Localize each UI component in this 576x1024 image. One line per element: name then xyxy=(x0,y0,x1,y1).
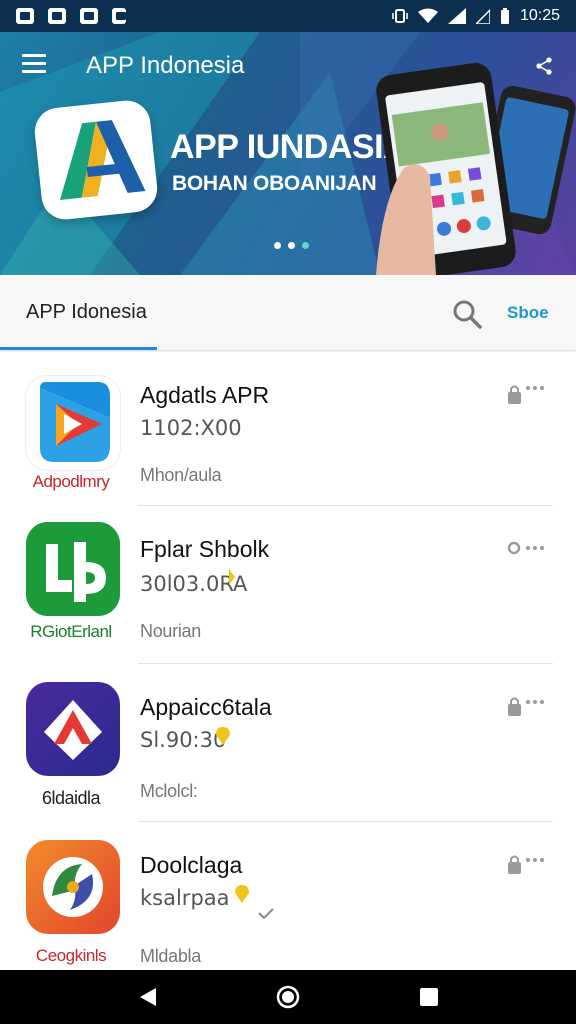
app-icon xyxy=(26,840,120,934)
a-logo-icon xyxy=(26,682,120,776)
app-icon xyxy=(26,682,120,776)
app-subtitle: Mldabla xyxy=(140,946,201,966)
banner-logo xyxy=(32,98,160,222)
tag-icon xyxy=(229,569,235,585)
app-name: Fplar Shbolk xyxy=(140,536,270,562)
app-caption: 6ldaidla xyxy=(41,788,101,808)
signal-icon xyxy=(447,8,466,24)
lock-more-icon[interactable] xyxy=(506,694,550,718)
app-logo-icon xyxy=(59,120,146,200)
app-price: 1102:X00 xyxy=(140,416,242,440)
notification-icon xyxy=(80,8,98,24)
list-item[interactable]: Ceogkinls Doolclaga ksalrpaa Mldabla xyxy=(0,824,576,970)
menu-icon[interactable] xyxy=(22,54,46,74)
phones-illustration xyxy=(376,63,576,275)
banner-headline: APP IUNDASIA xyxy=(170,128,408,166)
pin-icon xyxy=(235,885,249,903)
notification-icon xyxy=(112,8,126,24)
app-caption: Ceogkinls xyxy=(35,946,107,965)
sync-more-icon[interactable] xyxy=(506,536,550,560)
carousel-dot-active[interactable] xyxy=(302,242,309,249)
home-icon[interactable] xyxy=(276,985,300,1009)
lock-more-icon[interactable] xyxy=(506,382,550,406)
carousel-dot[interactable] xyxy=(288,242,295,249)
notification-icon xyxy=(16,8,34,24)
chat-logo-icon xyxy=(26,840,120,934)
app-name: Appaicc6tala xyxy=(140,694,272,720)
app-caption: RGiotErlanl xyxy=(30,622,112,641)
lock-more-icon[interactable] xyxy=(506,852,550,876)
notification-icon xyxy=(48,8,66,24)
app-list: Adpodlmry Agdatls APR 1102:X00 Mhon/aula… xyxy=(0,352,576,970)
carousel-dot[interactable] xyxy=(274,242,281,249)
list-item[interactable]: 6ldaidla Appaicc6tala Sl.90:30 Mclolcl: xyxy=(0,666,576,824)
list-item[interactable]: Adpodlmry Agdatls APR 1102:X00 Mhon/aula xyxy=(0,352,576,510)
status-time: 10:25 xyxy=(519,7,560,24)
play-icon xyxy=(26,376,120,470)
app-caption: Adpodlmry xyxy=(32,472,110,491)
check-icon xyxy=(258,908,274,920)
wifi-icon xyxy=(417,8,438,23)
tab-bar: APP Idonesia Sboe xyxy=(0,275,576,351)
app-icon xyxy=(26,522,120,616)
app-icon xyxy=(26,376,120,470)
vibrate-icon xyxy=(392,9,408,23)
carousel-indicator[interactable] xyxy=(274,242,309,249)
app-subtitle: Mclolcl: xyxy=(140,781,198,801)
app-subtitle: Mhon/aula xyxy=(140,465,222,485)
app-subtitle: Nourian xyxy=(140,621,201,641)
pin-icon xyxy=(216,727,230,745)
status-bar: 10:25 xyxy=(0,0,576,32)
notification-icons xyxy=(16,8,126,24)
divider xyxy=(138,663,553,664)
tab-indicator xyxy=(0,347,157,350)
battery-icon xyxy=(500,8,509,24)
app-title: APP Indonesia xyxy=(86,52,245,79)
hero-banner[interactable]: APP Indonesia APP IUNDASIA BOHAN OBOANIJ… xyxy=(0,32,576,275)
sort-button[interactable]: Sboe xyxy=(507,303,549,323)
app-price: ksalrpaa xyxy=(140,886,230,910)
recent-apps-icon[interactable] xyxy=(420,988,438,1006)
divider xyxy=(138,505,553,506)
tab-app-indonesia[interactable]: APP Idonesia xyxy=(26,301,147,324)
lb-logo-icon xyxy=(26,522,120,616)
list-item[interactable]: RGiotErlanl Fplar Shbolk 30l03.0RA Nouri… xyxy=(0,508,576,666)
system-nav-bar xyxy=(0,970,576,1024)
divider xyxy=(138,821,553,822)
app-name: Doolclaga xyxy=(140,852,243,878)
banner-subtitle: BOHAN OBOANIJAN xyxy=(172,172,377,195)
signal-icon-secondary xyxy=(475,8,490,24)
back-icon[interactable] xyxy=(138,987,158,1007)
search-icon[interactable] xyxy=(452,299,482,329)
app-name: Agdatls APR xyxy=(140,382,270,408)
